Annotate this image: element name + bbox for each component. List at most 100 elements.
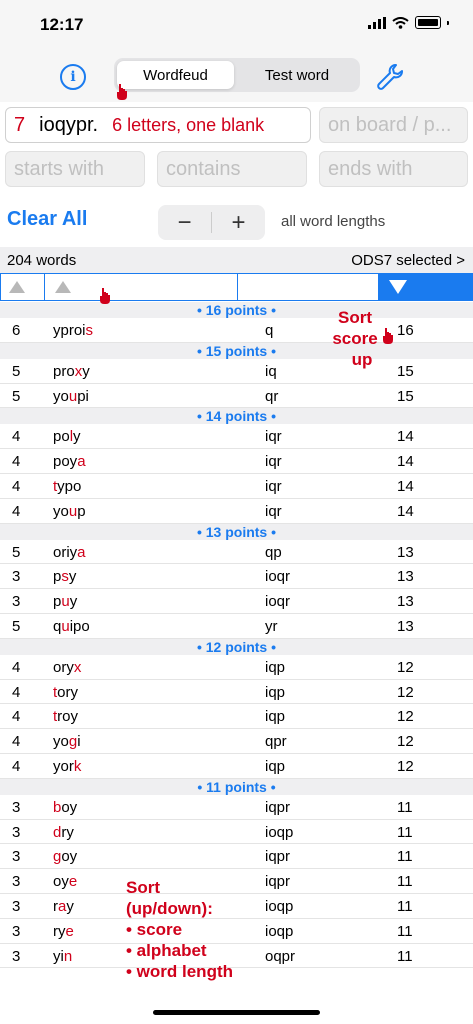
table-row[interactable]: 6 yprois q 16 xyxy=(0,318,473,343)
word-part: poy xyxy=(53,453,78,471)
table-row[interactable]: 5 proxy iq 15 xyxy=(0,359,473,384)
table-row[interactable]: 3 boy iqpr 11 xyxy=(0,795,473,820)
table-row[interactable]: 4 troy iqp 12 xyxy=(0,704,473,730)
table-row[interactable]: 4 poly iqr 14 xyxy=(0,424,473,450)
word-part: yi xyxy=(53,947,64,965)
remaining-letters-cell: iqp xyxy=(265,683,286,701)
word-cell: yogi xyxy=(53,733,81,750)
table-row[interactable]: 4 typo iqr 14 xyxy=(0,474,473,499)
word-part: y xyxy=(66,897,74,915)
info-icon[interactable]: i xyxy=(60,64,86,90)
score-cell: 14 xyxy=(397,502,414,520)
score-cell: 11 xyxy=(397,897,413,915)
remaining-letters-cell: iqpr xyxy=(265,848,291,866)
remaining-letters-cell: iq xyxy=(265,362,277,380)
table-row[interactable]: 3 oye iqpr 11 xyxy=(0,869,473,894)
score-cell: 12 xyxy=(397,733,414,751)
word-length-cell: 4 xyxy=(12,428,21,446)
table-row[interactable]: 3 rye ioqp 11 xyxy=(0,919,473,944)
remaining-letters-cell: iqp xyxy=(265,757,286,775)
table-row[interactable]: 3 puy ioqr 13 xyxy=(0,589,473,614)
segment-test-word[interactable]: Test word xyxy=(237,61,357,89)
battery-icon xyxy=(415,16,441,29)
points-group-header: • 13 points • xyxy=(0,523,473,540)
table-row[interactable]: 3 goy iqpr 11 xyxy=(0,844,473,870)
score-cell: 15 xyxy=(397,362,414,380)
annotation-line: • score xyxy=(126,920,183,939)
table-row[interactable]: 4 york iqp 12 xyxy=(0,754,473,779)
settings-wrench-icon[interactable] xyxy=(374,61,406,93)
table-row[interactable]: 5 oriya qp 13 xyxy=(0,540,473,565)
word-length-stepper[interactable]: − + xyxy=(158,205,265,240)
word-part: oy xyxy=(61,848,78,866)
blank-letter: e xyxy=(68,873,78,891)
word-cell: psy xyxy=(53,568,76,585)
word-length-cell: 4 xyxy=(12,757,21,775)
word-count: 204 words xyxy=(7,252,77,269)
score-cell: 14 xyxy=(397,453,414,471)
signal-icon xyxy=(368,16,386,29)
letters-input[interactable]: 7 ioqypr. 6 letters, one blank xyxy=(5,107,311,143)
blank-letter: x xyxy=(73,658,82,676)
table-row[interactable]: 3 psy ioqr 13 xyxy=(0,564,473,590)
table-row[interactable]: 4 tory iqp 12 xyxy=(0,680,473,705)
points-group-header: • 16 points • xyxy=(0,302,473,318)
mode-segmented-control[interactable]: Wordfeud Test word xyxy=(114,58,360,92)
ends-with-field[interactable]: ends with xyxy=(319,151,468,187)
table-row[interactable]: 3 dry ioqp 11 xyxy=(0,820,473,845)
score-cell: 14 xyxy=(397,428,414,446)
remaining-letters-cell: ioqr xyxy=(265,593,291,611)
word-length-cell: 3 xyxy=(12,873,21,891)
sort-help-annotation: Sort (up/down): • score • alphabet • wor… xyxy=(126,877,233,982)
word-part: y xyxy=(82,362,90,380)
table-row[interactable]: 3 yin oqpr 11 xyxy=(0,944,473,969)
table-row[interactable]: 5 youpi qr 15 xyxy=(0,384,473,409)
table-row[interactable]: 4 yogi qpr 12 xyxy=(0,729,473,754)
home-indicator xyxy=(153,1010,320,1015)
sort-length-button[interactable] xyxy=(0,273,45,301)
word-length-cell: 4 xyxy=(12,683,21,701)
word-part: ory xyxy=(57,683,79,701)
contains-field[interactable]: contains xyxy=(157,151,307,187)
word-cell: puy xyxy=(53,593,77,610)
table-row[interactable]: 4 youp iqr 14 xyxy=(0,499,473,524)
remaining-letters-cell: qpr xyxy=(265,733,287,751)
remaining-letters-cell: yr xyxy=(265,617,278,635)
sort-up-icon xyxy=(9,281,25,293)
wifi-icon xyxy=(392,16,409,29)
score-cell: 12 xyxy=(397,658,414,676)
word-length-cell: 3 xyxy=(12,897,21,915)
score-cell: 11 xyxy=(397,798,413,816)
table-row[interactable]: 5 quipo yr 13 xyxy=(0,614,473,639)
word-cell: yprois xyxy=(53,322,93,339)
table-row[interactable]: 4 poya iqr 14 xyxy=(0,449,473,474)
word-cell: oriya xyxy=(53,544,86,561)
segment-wordfeud[interactable]: Wordfeud xyxy=(117,61,234,89)
decrement-button[interactable]: − xyxy=(158,205,211,240)
word-part: po xyxy=(53,428,70,446)
status-time: 12:17 xyxy=(40,15,84,34)
table-row[interactable]: 4 oryx iqp 12 xyxy=(0,655,473,680)
blank-letter: u xyxy=(68,387,78,405)
annotation-line: up xyxy=(351,350,373,369)
starts-with-field[interactable]: starts with xyxy=(5,151,145,187)
word-cell: proxy xyxy=(53,363,90,380)
on-board-field[interactable]: on board / p... xyxy=(319,107,468,143)
sort-alphabet-button[interactable] xyxy=(44,273,238,301)
battery-cap xyxy=(447,20,449,25)
increment-button[interactable]: + xyxy=(212,205,265,240)
word-cell: boy xyxy=(53,799,77,816)
annotation-line: Sort xyxy=(126,878,160,897)
blank-letter: a xyxy=(77,543,86,561)
sort-score-button[interactable] xyxy=(378,273,473,301)
remaining-letters-cell: ioqp xyxy=(265,897,294,915)
table-row[interactable]: 3 ray ioqp 11 xyxy=(0,894,473,919)
blank-letter: k xyxy=(73,757,82,775)
annotation-line: • word length xyxy=(126,962,233,981)
word-cell: dry xyxy=(53,824,74,841)
dictionary-selector[interactable]: ODS7 selected > xyxy=(351,252,465,269)
clear-all-button[interactable]: Clear All xyxy=(7,208,87,231)
letters-count: 7 xyxy=(14,113,26,136)
word-length-cell: 3 xyxy=(12,593,21,611)
blank-letter: s xyxy=(61,568,69,586)
